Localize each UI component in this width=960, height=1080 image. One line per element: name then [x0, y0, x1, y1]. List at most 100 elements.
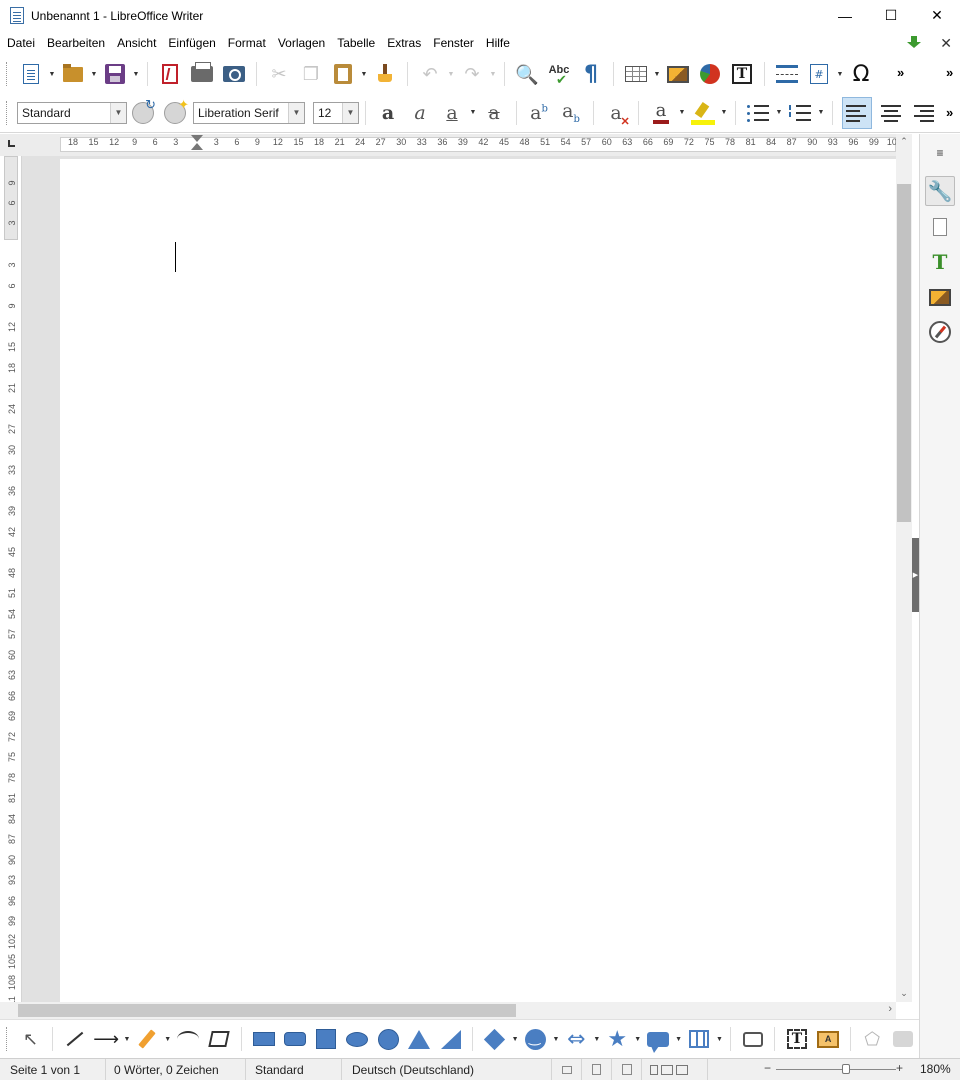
align-center-icon[interactable] [878, 100, 904, 126]
menu-vorlagen[interactable]: Vorlagen [272, 31, 331, 55]
special-character-icon[interactable]: Ω [848, 61, 874, 87]
menu-extras[interactable]: Extras [381, 31, 427, 55]
line-arrow-icon[interactable]: ⟶ [93, 1026, 119, 1052]
styles-icon[interactable]: T [925, 247, 955, 277]
block-arrows-dropdown-icon[interactable]: ▼ [592, 1026, 602, 1052]
font-color-icon[interactable]: a [648, 100, 674, 126]
document-page[interactable] [60, 159, 896, 1002]
menu-tabelle[interactable]: Tabelle [331, 31, 381, 55]
navigator-icon[interactable] [925, 317, 955, 347]
language-status[interactable]: Deutsch (Deutschland) [342, 1058, 552, 1080]
bullet-list-icon[interactable] [745, 100, 771, 126]
print-icon[interactable] [189, 61, 215, 87]
points-edit-icon[interactable]: ⬠ [860, 1026, 885, 1052]
scroll-up-icon[interactable]: ⌃ [896, 134, 912, 148]
triangle-icon[interactable] [407, 1026, 432, 1052]
zoom-slider[interactable] [776, 1069, 896, 1070]
rounded-rectangle-icon[interactable] [282, 1026, 307, 1052]
scroll-down-icon[interactable]: ⌄ [896, 986, 912, 1000]
circle-icon[interactable] [376, 1026, 401, 1052]
toolbar-overflow-icon[interactable]: » [897, 65, 904, 80]
underline-icon[interactable]: a [439, 100, 465, 126]
close-window-button[interactable]: ✕ [914, 0, 960, 31]
print-preview-icon[interactable] [221, 61, 247, 87]
undo-icon[interactable]: ↶ [417, 61, 443, 87]
ellipse-icon[interactable] [344, 1026, 369, 1052]
redo-icon[interactable]: ↷ [459, 61, 485, 87]
insert-table-icon[interactable] [623, 61, 649, 87]
paste-dropdown-icon[interactable]: ▼ [359, 61, 369, 87]
extrusion-icon[interactable] [891, 1026, 916, 1052]
menu-einfuegen[interactable]: Einfügen [162, 31, 221, 55]
zoom-in-button[interactable]: + [896, 1061, 903, 1075]
menu-hilfe[interactable]: Hilfe [480, 31, 516, 55]
insert-textbox-icon[interactable]: T [784, 1026, 809, 1052]
basic-shapes-icon[interactable] [482, 1026, 507, 1052]
line-arrow-dropdown-icon[interactable]: ▼ [122, 1026, 132, 1052]
select-icon[interactable]: ↖ [18, 1026, 43, 1052]
maximize-button[interactable]: ☐ [868, 0, 914, 31]
font-name-select[interactable]: Liberation Serif ▼ [193, 101, 305, 124]
square-icon[interactable] [313, 1026, 338, 1052]
underline-dropdown-icon[interactable]: ▼ [468, 100, 478, 126]
basic-shapes-dropdown-icon[interactable]: ▼ [510, 1026, 520, 1052]
freeform-dropdown-icon[interactable]: ▼ [163, 1026, 173, 1052]
zoom-slider-handle[interactable] [842, 1064, 850, 1074]
table-dropdown-icon[interactable]: ▼ [652, 61, 662, 87]
clone-formatting-icon[interactable] [372, 61, 398, 87]
new-document-icon[interactable] [18, 61, 44, 87]
bullet-dropdown-icon[interactable]: ▼ [774, 100, 784, 126]
italic-icon[interactable]: a [407, 100, 433, 126]
freeform-line-icon[interactable] [135, 1026, 160, 1052]
vertical-scroll-thumb[interactable] [897, 184, 911, 522]
right-triangle-icon[interactable] [438, 1026, 463, 1052]
formatting-marks-icon[interactable]: ¶ [578, 61, 604, 87]
horizontal-scrollbar[interactable]: › [0, 1002, 896, 1019]
chevron-down-icon[interactable]: ▼ [288, 102, 304, 123]
page-icon[interactable] [925, 212, 955, 242]
horizontal-ruler[interactable]: 18 15 12 9 6 3 3 6 9 12 15 18 21 24 27 30 33 36 39 42 45 48 51… [0, 134, 902, 156]
paste-icon[interactable] [330, 61, 356, 87]
update-style-icon[interactable] [132, 97, 156, 124]
close-document-button[interactable]: ✕ [940, 35, 952, 52]
vertical-ruler[interactable]: 9 6 3 3 6 9 12 15 18 21 24 27 30 33 36 39 42 45 48 51 54 57 60… [0, 156, 22, 1010]
highlight-dropdown-icon[interactable]: ▼ [719, 100, 729, 126]
save-icon[interactable] [102, 61, 128, 87]
page-style-status[interactable]: Standard [246, 1058, 342, 1080]
horizontal-scroll-thumb[interactable] [18, 1004, 516, 1017]
menu-format[interactable]: Format [222, 31, 272, 55]
line-icon[interactable] [62, 1026, 87, 1052]
bold-icon[interactable]: a [375, 100, 401, 126]
numbered-list-icon[interactable] [787, 100, 813, 126]
insert-chart-icon[interactable] [697, 61, 723, 87]
export-pdf-icon[interactable] [157, 61, 183, 87]
new-style-icon[interactable] [164, 97, 189, 124]
callouts-icon[interactable] [646, 1026, 671, 1053]
highlight-color-icon[interactable] [690, 100, 716, 126]
menu-fenster[interactable]: Fenster [427, 31, 480, 55]
open-dropdown-icon[interactable]: ▼ [89, 61, 99, 87]
page-count-status[interactable]: Seite 1 von 1 [0, 1058, 106, 1080]
document-canvas[interactable] [22, 156, 896, 1002]
strikethrough-icon[interactable]: a [481, 100, 507, 126]
sidebar-menu-icon[interactable]: ≡ [925, 138, 955, 168]
fontwork-icon[interactable]: A [816, 1026, 841, 1052]
cut-icon[interactable]: ✂ [266, 61, 292, 87]
gallery-icon[interactable] [925, 282, 955, 312]
flowchart-icon[interactable] [686, 1026, 711, 1052]
document-modified-icon[interactable] [612, 1058, 642, 1080]
tab-type-icon[interactable] [8, 140, 15, 147]
font-color-dropdown-icon[interactable]: ▼ [677, 100, 687, 126]
flowchart-dropdown-icon[interactable]: ▼ [715, 1026, 725, 1052]
chevron-down-icon[interactable]: ▼ [342, 102, 358, 123]
insert-comment-icon[interactable] [740, 1026, 765, 1052]
spelling-icon[interactable]: Abc ✔ [546, 61, 572, 88]
zoom-out-button[interactable]: − [764, 1061, 771, 1075]
paragraph-style-select[interactable]: Standard ▼ [17, 101, 127, 124]
align-right-icon[interactable] [910, 100, 936, 126]
chevron-down-icon[interactable]: ▼ [110, 102, 126, 123]
clear-formatting-icon[interactable]: a [603, 100, 630, 128]
sidebar-collapse-button[interactable]: ▶ [912, 538, 919, 612]
symbol-shapes-icon[interactable] [523, 1026, 548, 1052]
insert-field-icon[interactable]: # [806, 61, 832, 87]
